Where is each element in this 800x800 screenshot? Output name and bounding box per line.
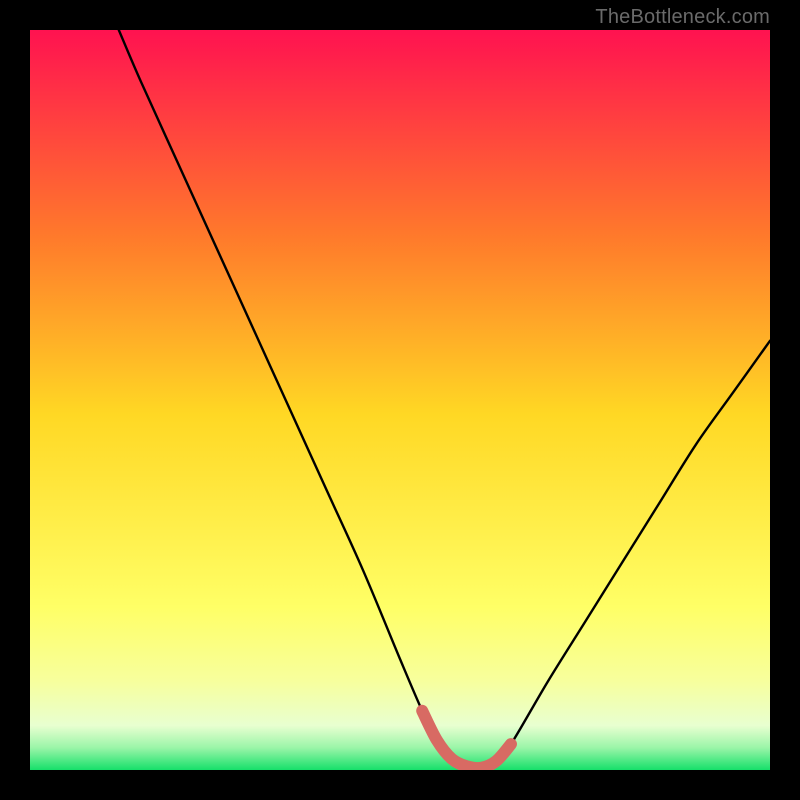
plot-area	[30, 30, 770, 770]
chart-svg	[30, 30, 770, 770]
chart-frame: TheBottleneck.com	[0, 0, 800, 800]
watermark-text: TheBottleneck.com	[595, 6, 770, 29]
